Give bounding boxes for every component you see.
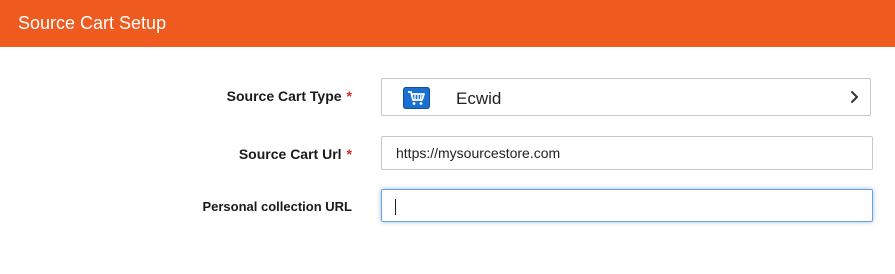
panel-header: Source Cart Setup [0, 0, 895, 47]
source-cart-type-select[interactable]: Ecwid [381, 78, 871, 116]
selected-cart-name: Ecwid [456, 89, 502, 108]
personal-collection-url-label: Personal collection URL [202, 199, 352, 214]
text-cursor [395, 199, 396, 215]
required-mark: * [346, 88, 352, 104]
source-cart-url-label-text: Source Cart Url [238, 146, 342, 162]
ecwid-cart-icon [403, 87, 430, 109]
required-mark: * [346, 146, 352, 162]
source-cart-type-label: Source Cart Type * [227, 87, 352, 105]
source-cart-url-input[interactable] [381, 136, 873, 170]
personal-collection-url-input[interactable] [381, 189, 873, 222]
source-cart-setup-panel: Source Cart Setup Source Cart Type * Ecwi… [0, 0, 895, 274]
chevron-right-icon [851, 91, 858, 103]
source-cart-type-label-text: Source Cart Type [226, 88, 342, 104]
panel-title: Source Cart Setup [18, 13, 167, 33]
source-cart-url-label: Source Cart Url * [239, 145, 352, 163]
